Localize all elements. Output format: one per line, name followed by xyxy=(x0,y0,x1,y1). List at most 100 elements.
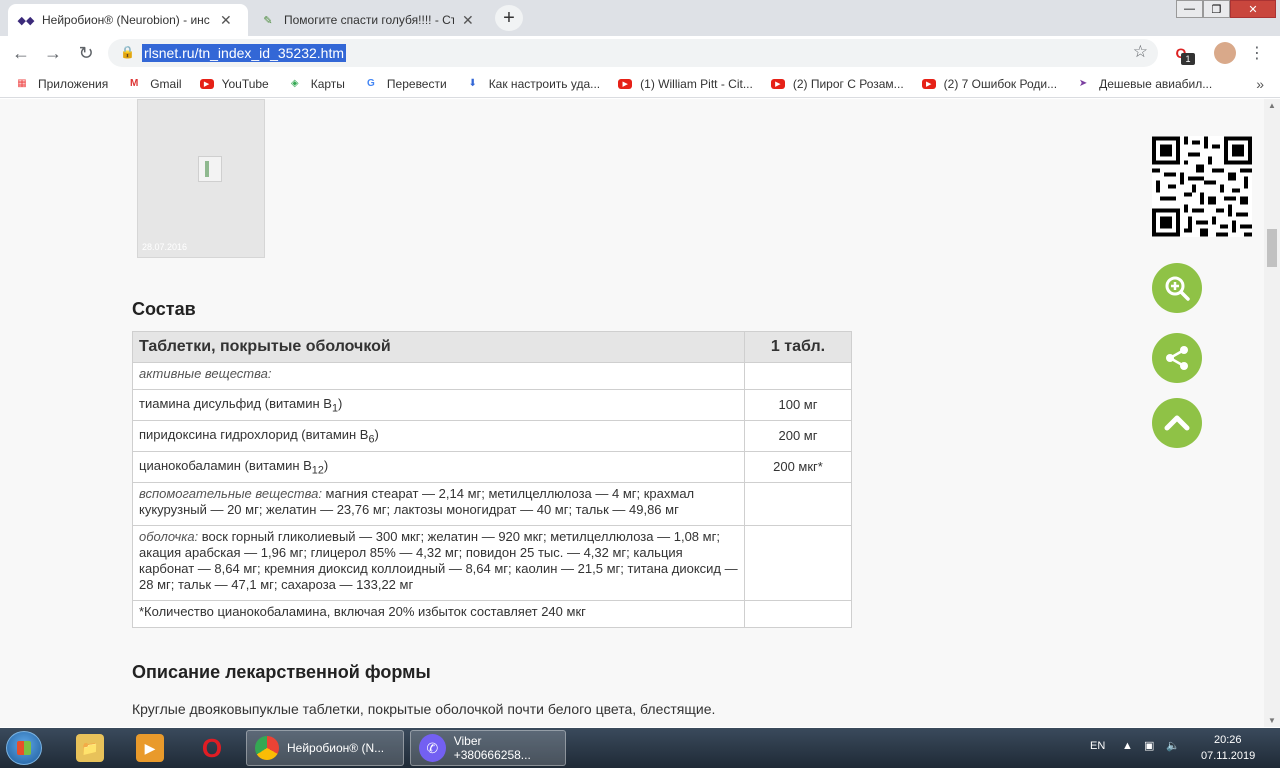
table-header-form: Таблетки, покрытые оболочкой xyxy=(132,331,745,363)
viber-icon: ✆ xyxy=(419,734,446,762)
youtube-icon: ▶ xyxy=(618,78,633,89)
bookmark-youtube[interactable]: ▶ YouTube xyxy=(199,76,269,91)
youtube-icon: ▶ xyxy=(770,78,785,89)
extension-badge: 1 xyxy=(1181,53,1195,65)
bookmark-gmail[interactable]: M Gmail xyxy=(126,76,182,92)
clock-time[interactable]: 20:26 xyxy=(1214,734,1242,746)
table-header-dose: 1 табл. xyxy=(744,331,852,363)
share-button[interactable] xyxy=(1152,333,1202,383)
viber-taskbar-label: Viber +380666258... xyxy=(453,734,531,762)
menu-kebab-icon[interactable]: ⋮ xyxy=(1246,42,1268,64)
coating-text: воск горный гликолиевый — 300 мкг; желат… xyxy=(139,529,738,592)
zoom-in-icon xyxy=(1165,276,1190,301)
qr-code xyxy=(1152,136,1252,237)
ingredient-name: тиамина дисульфид (витамин B xyxy=(139,396,332,411)
ingredient-tail: ) xyxy=(374,427,379,442)
bookmark-apps[interactable]: ▦ Приложения xyxy=(14,76,108,92)
table-row: пиридоксина гидрохлорид (витамин B6) 200… xyxy=(132,420,852,452)
tab-pigeon[interactable]: ✎ Помогите спасти голубя!!!! - Стр ✕ xyxy=(250,4,488,36)
youtube-icon: ▶ xyxy=(199,78,214,89)
ingredient-value: 100 мг xyxy=(744,389,852,421)
scroll-to-top-button[interactable] xyxy=(1152,398,1202,448)
tab-title: Помогите спасти голубя!!!! - Стр xyxy=(284,13,454,27)
back-icon[interactable]: ← xyxy=(10,42,32,64)
footnote: *Количество цианокобаламина, включая 20%… xyxy=(132,600,745,628)
bookmark-pie[interactable]: ▶ (2) Пирог С Розам... xyxy=(770,76,904,91)
package-thumbnail xyxy=(198,156,222,182)
avatar[interactable] xyxy=(1214,42,1236,64)
bookmark-label: (2) Пирог С Розам... xyxy=(792,76,904,91)
forum-favicon-icon: ✎ xyxy=(263,14,273,27)
close-window-icon[interactable]: ✕ xyxy=(1230,0,1276,18)
chrome-icon xyxy=(255,736,279,760)
maps-icon: ◈ xyxy=(290,78,299,89)
tab-close-icon[interactable]: ✕ xyxy=(462,12,474,29)
clock-date[interactable]: 07.11.2019 xyxy=(1201,750,1255,762)
ingredient-sub: 12 xyxy=(311,464,324,477)
bookmark-label: Карты xyxy=(310,76,345,91)
lock-icon[interactable]: 🔒 xyxy=(120,45,135,59)
bookmark-label: YouTube xyxy=(221,76,269,91)
plane-icon: ➤ xyxy=(1078,78,1088,89)
zoom-in-button[interactable] xyxy=(1152,263,1202,313)
scroll-up-arrow-icon[interactable]: ▲ xyxy=(1268,101,1276,110)
table-row: вспомогательные вещества: магния стеарат… xyxy=(132,482,852,526)
bookmark-flights[interactable]: ➤ Дешевые авиабил... xyxy=(1075,76,1212,92)
scroll-down-arrow-icon[interactable]: ▼ xyxy=(1268,716,1276,725)
bookmark-7-mistakes[interactable]: ▶ (2) 7 Ошибок Роди... xyxy=(921,76,1058,91)
bookmark-william-pitt[interactable]: ▶ (1) William Pitt - Cit... xyxy=(618,77,753,91)
bookmark-maps[interactable]: ◈ Карты xyxy=(287,76,345,92)
bookmark-howto[interactable]: ⬇ Как настроить уда... xyxy=(465,76,600,92)
ingredient-name: цианокобаламин (витамин B xyxy=(139,458,312,473)
url-text[interactable]: rlsnet.ru/tn_index_id_35232.htm xyxy=(142,44,347,62)
active-substances-label: активные вещества: xyxy=(139,366,272,381)
start-button[interactable] xyxy=(6,731,42,765)
ingredient-value: 200 мг xyxy=(744,420,852,452)
reload-icon[interactable]: ↻ xyxy=(75,42,97,64)
bookmark-label: Перевести xyxy=(386,76,447,91)
forward-icon[interactable]: → xyxy=(42,42,64,64)
tab-neurobion[interactable]: ◆◆ Нейробион® (Neurobion) - инс ✕ xyxy=(8,4,248,36)
tab-close-icon[interactable]: ✕ xyxy=(220,12,232,29)
table-row: оболочка: воск горный гликолиевый — 300 … xyxy=(132,525,852,601)
media-player-taskbar-button[interactable]: ▶ xyxy=(128,730,180,766)
media-player-icon: ▶ xyxy=(136,734,164,762)
bookmark-label: Приложения xyxy=(38,76,109,91)
explorer-taskbar-button[interactable]: 📁 xyxy=(68,730,120,766)
table-row: *Количество цианокобаламина, включая 20%… xyxy=(132,600,852,628)
dosage-form-text: Круглые двояковыпуклые таблетки, покрыты… xyxy=(132,701,716,717)
dosage-form-heading: Описание лекарственной формы xyxy=(132,662,431,682)
table-row: активные вещества: xyxy=(132,362,852,390)
language-indicator[interactable]: EN xyxy=(1090,740,1105,752)
bookmark-translate[interactable]: G Перевести xyxy=(363,76,447,92)
address-bar[interactable]: 🔒 rlsnet.ru/tn_index_id_35232.htm ☆ xyxy=(108,39,1158,67)
product-photo[interactable]: 28.07.2016 xyxy=(137,99,265,258)
page-scrollbar[interactable]: ▲ ▼ xyxy=(1264,99,1280,727)
network-icon[interactable]: ▣ xyxy=(1144,739,1154,752)
minimize-icon[interactable]: — xyxy=(1176,0,1203,18)
page-content: 28.07.2016 Состав Таблетки, покрытые обо… xyxy=(0,99,1264,727)
chrome-taskbar-button[interactable]: Нейробион® (N... xyxy=(246,730,404,766)
share-icon xyxy=(1166,346,1188,370)
new-tab-button[interactable]: + xyxy=(495,5,523,31)
opera-taskbar-button[interactable]: O xyxy=(190,730,242,766)
table-row: цианокобаламин (витамин B12) 200 мкг* xyxy=(132,451,852,483)
bookmark-star-icon[interactable]: ☆ xyxy=(1133,42,1148,62)
bookmarks-overflow-icon[interactable]: » xyxy=(1256,76,1264,92)
bookmark-label: Дешевые авиабил... xyxy=(1099,76,1213,91)
volume-icon[interactable]: 🔈 xyxy=(1166,739,1180,752)
opera-icon: O xyxy=(201,732,223,763)
chrome-taskbar-label: Нейробион® (N... xyxy=(287,741,385,755)
translate-icon: G xyxy=(367,78,375,89)
rls-favicon-icon: ◆◆ xyxy=(17,14,35,27)
viber-taskbar-button[interactable]: ✆ Viber +380666258... xyxy=(410,730,566,766)
ingredient-value: 200 мкг* xyxy=(744,451,852,483)
tray-expand-icon[interactable]: ▲ xyxy=(1122,740,1133,752)
bookmark-label: (1) William Pitt - Cit... xyxy=(640,76,753,91)
excipients-label: вспомогательные вещества: xyxy=(139,486,322,501)
bookmark-label: (2) 7 Ошибок Роди... xyxy=(943,76,1058,91)
scrollbar-thumb[interactable] xyxy=(1267,229,1277,267)
windows-taskbar: 📁 ▶ O Нейробион® (N... ✆ Viber +38066625… xyxy=(0,728,1280,768)
ingredient-tail: ) xyxy=(323,458,329,473)
maximize-icon[interactable]: ❐ xyxy=(1203,0,1230,18)
